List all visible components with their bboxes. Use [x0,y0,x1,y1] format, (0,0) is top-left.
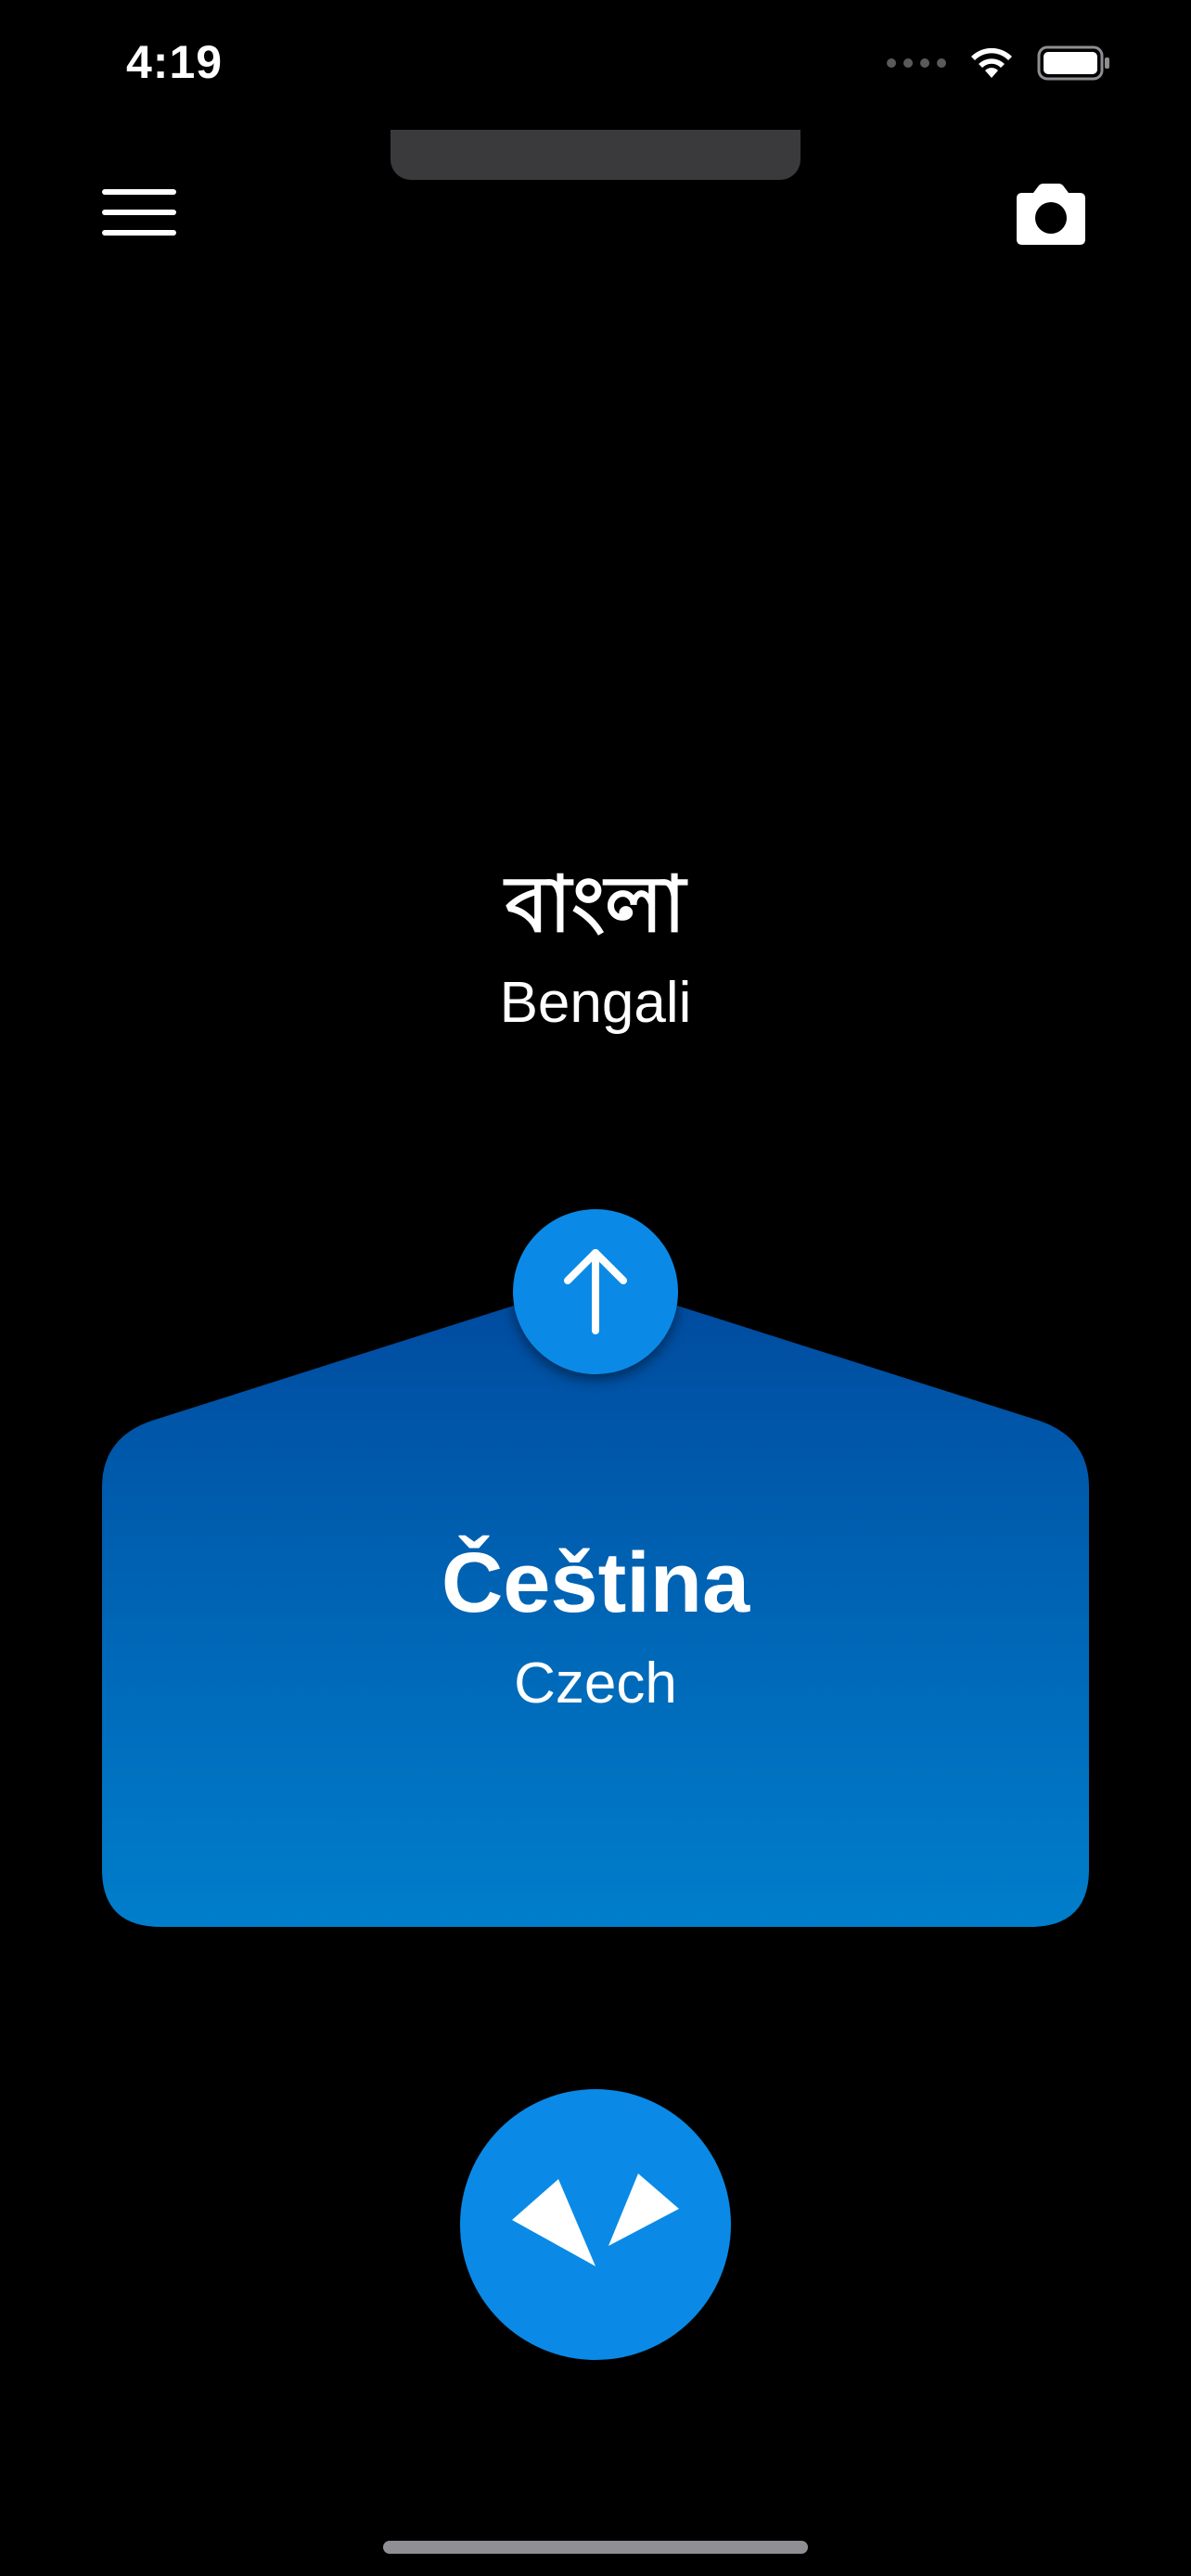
battery-icon [1037,45,1109,81]
source-language-english-name: Bengali [499,971,692,1035]
cellular-signal-icon [887,58,946,68]
menu-button[interactable] [102,185,176,241]
status-time: 4:19 [126,36,224,88]
home-indicator[interactable] [383,2541,808,2554]
target-language-english-name: Czech [514,1651,677,1715]
camera-icon [1017,184,1085,245]
converse-button[interactable] [460,2089,731,2360]
conversation-icon [512,2174,679,2266]
target-language-native-name[interactable]: Čeština [0,1535,1191,1632]
wifi-icon [971,47,1012,78]
hamburger-menu-icon [102,189,176,195]
status-icons [887,45,1111,82]
pull-down-handle[interactable] [391,130,800,180]
swap-direction-button[interactable] [513,1209,678,1374]
arrow-up-icon [564,1249,627,1334]
camera-button[interactable] [1011,182,1091,247]
source-language-native-name[interactable]: বাংলা [0,844,1191,975]
